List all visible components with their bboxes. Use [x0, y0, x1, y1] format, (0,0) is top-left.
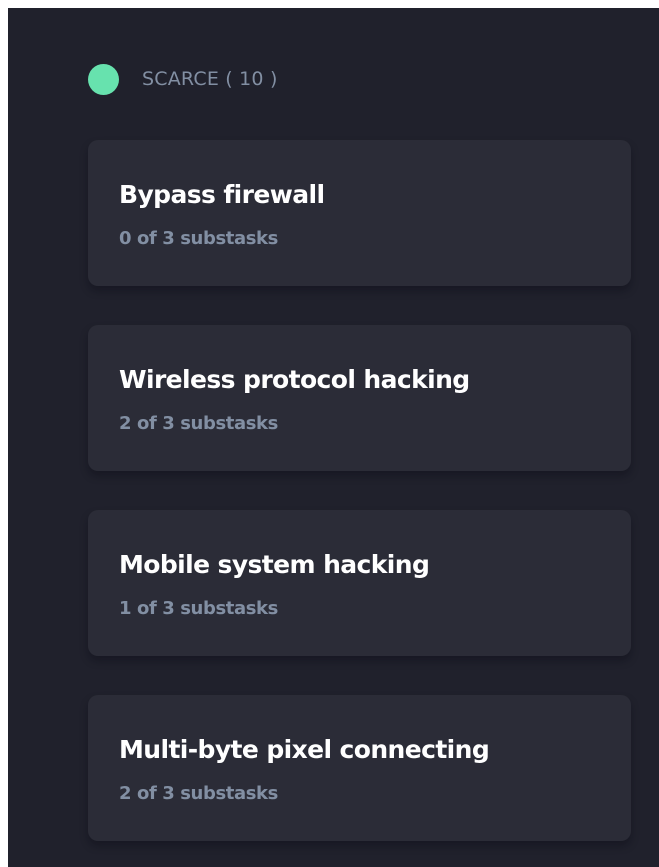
task-list: Bypass firewall 0 of 3 substasks Wireles… [88, 140, 631, 867]
task-subtasks-count: 1 of 3 substasks [119, 598, 278, 619]
task-subtasks-count: 2 of 3 substasks [119, 413, 278, 434]
column-header: SCARCE ( 10 ) [88, 63, 278, 95]
task-title: Mobile system hacking [119, 550, 430, 579]
task-title: Multi-byte pixel connecting [119, 735, 490, 764]
task-card[interactable]: Wireless protocol hacking 2 of 3 substas… [88, 325, 631, 471]
task-card[interactable]: Mobile system hacking 1 of 3 substasks [88, 510, 631, 656]
task-title: Bypass firewall [119, 180, 325, 209]
task-title: Wireless protocol hacking [119, 365, 470, 394]
board-column: SCARCE ( 10 ) Bypass firewall 0 of 3 sub… [8, 8, 659, 867]
task-card[interactable]: Multi-byte pixel connecting 2 of 3 subst… [88, 695, 631, 841]
task-subtasks-count: 2 of 3 substasks [119, 783, 278, 804]
column-status-dot [88, 63, 119, 95]
column-title: SCARCE ( 10 ) [142, 68, 278, 90]
task-card[interactable]: Bypass firewall 0 of 3 substasks [88, 140, 631, 286]
task-subtasks-count: 0 of 3 substasks [119, 228, 278, 249]
